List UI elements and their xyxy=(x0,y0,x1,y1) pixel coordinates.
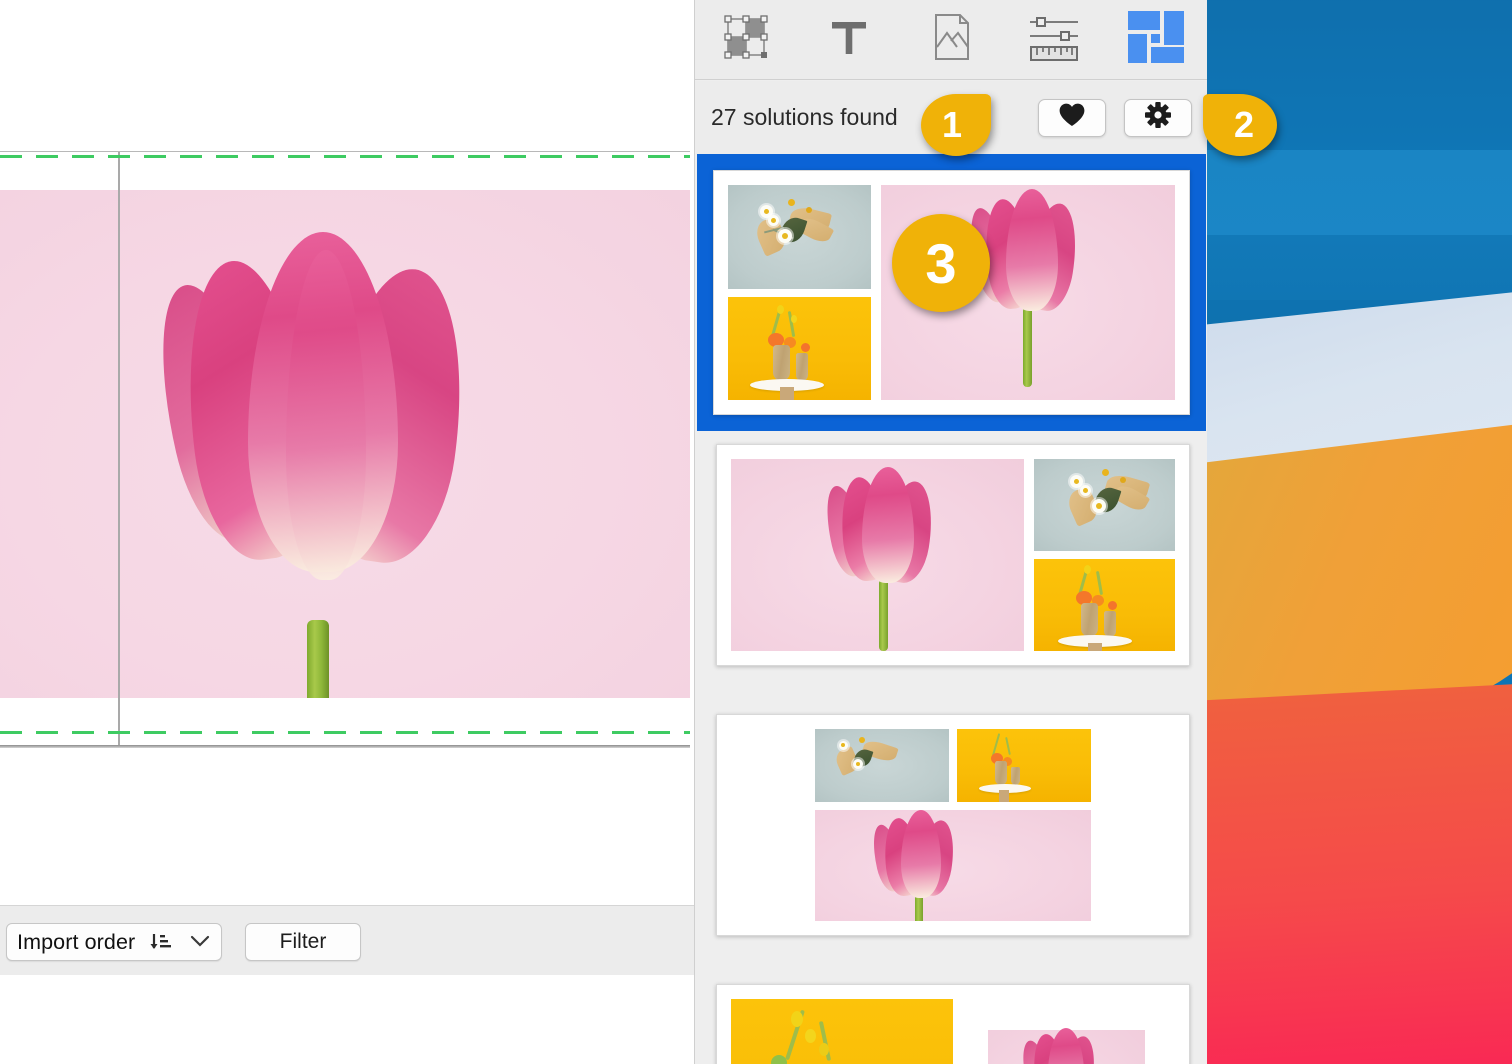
solution-cell-vase xyxy=(731,999,953,1064)
heart-icon xyxy=(1058,102,1086,133)
favorite-button[interactable] xyxy=(1038,98,1106,137)
screen: Import order Filter 27 solutions found 3… xyxy=(0,0,1512,1064)
callout-1: 1 xyxy=(921,94,991,156)
solution-cell-dried-flowers xyxy=(1034,459,1175,551)
filter-button[interactable]: Filter xyxy=(245,923,361,961)
application-window: Import order Filter 27 solutions found 3 xyxy=(0,0,1207,1064)
filter-label: Filter xyxy=(279,930,327,953)
solution-cell-tulip xyxy=(731,459,1025,651)
solution-cell-vase xyxy=(957,729,1091,802)
tab-image[interactable] xyxy=(900,0,1003,80)
page-edge-bottom xyxy=(0,745,690,748)
solution-item-selected[interactable]: 3 xyxy=(697,154,1206,431)
solution-cell-vase xyxy=(728,296,872,400)
tab-adjust[interactable] xyxy=(1003,0,1106,80)
solution-item[interactable] xyxy=(716,714,1190,936)
image-file-icon xyxy=(924,9,978,70)
chevron-down-icon xyxy=(189,930,211,954)
sort-descending-icon xyxy=(149,930,173,954)
solution-item[interactable] xyxy=(716,444,1190,666)
callout-2-number: 2 xyxy=(1233,104,1255,145)
sort-order-label: Import order xyxy=(17,929,136,954)
tab-selection[interactable] xyxy=(695,0,798,80)
editor-pane: Import order Filter xyxy=(0,0,694,1064)
solutions-panel: 27 solutions found 3 xyxy=(694,0,1207,1064)
page-photo-tulip[interactable] xyxy=(0,190,690,698)
sort-order-dropdown[interactable]: Import order xyxy=(6,923,222,961)
solution-cell-dried-flowers xyxy=(815,729,949,802)
solutions-list[interactable]: 3 xyxy=(695,154,1207,1064)
panel-tab-bar xyxy=(695,0,1207,80)
panel-header-buttons xyxy=(1038,98,1192,137)
callout-1-number: 1 xyxy=(941,104,963,145)
solution-cell-tulip xyxy=(963,999,1175,1064)
selection-grid-icon xyxy=(717,8,775,71)
filmstrip xyxy=(0,975,694,1064)
callout-2: 2 xyxy=(1203,94,1277,156)
settings-button[interactable] xyxy=(1124,98,1192,137)
solution-item[interactable] xyxy=(716,984,1190,1064)
guide-line-bottom xyxy=(0,731,690,734)
gear-icon xyxy=(1144,101,1172,134)
solution-cell-dried-flowers xyxy=(728,185,872,289)
page-canvas[interactable] xyxy=(0,0,694,905)
solution-cell-tulip xyxy=(815,809,1091,921)
page-edge-top xyxy=(0,151,690,152)
editor-toolbar: Import order Filter xyxy=(0,905,694,975)
tab-layout[interactable] xyxy=(1105,0,1207,80)
desktop-wallpaper xyxy=(1207,0,1512,1064)
callout-3: 3 xyxy=(892,214,990,312)
callout-3-number: 3 xyxy=(925,231,957,295)
solution-cell-vase xyxy=(1034,559,1175,651)
text-tool-icon xyxy=(822,10,876,69)
solutions-count-label: 27 solutions found xyxy=(711,104,898,130)
guide-line-top xyxy=(0,155,690,158)
sliders-ruler-icon xyxy=(1024,9,1084,70)
wallpaper-band-red xyxy=(1207,676,1512,1064)
tab-text[interactable] xyxy=(798,0,901,80)
layout-grid-icon xyxy=(1126,8,1188,71)
guide-line-vertical xyxy=(118,152,120,745)
